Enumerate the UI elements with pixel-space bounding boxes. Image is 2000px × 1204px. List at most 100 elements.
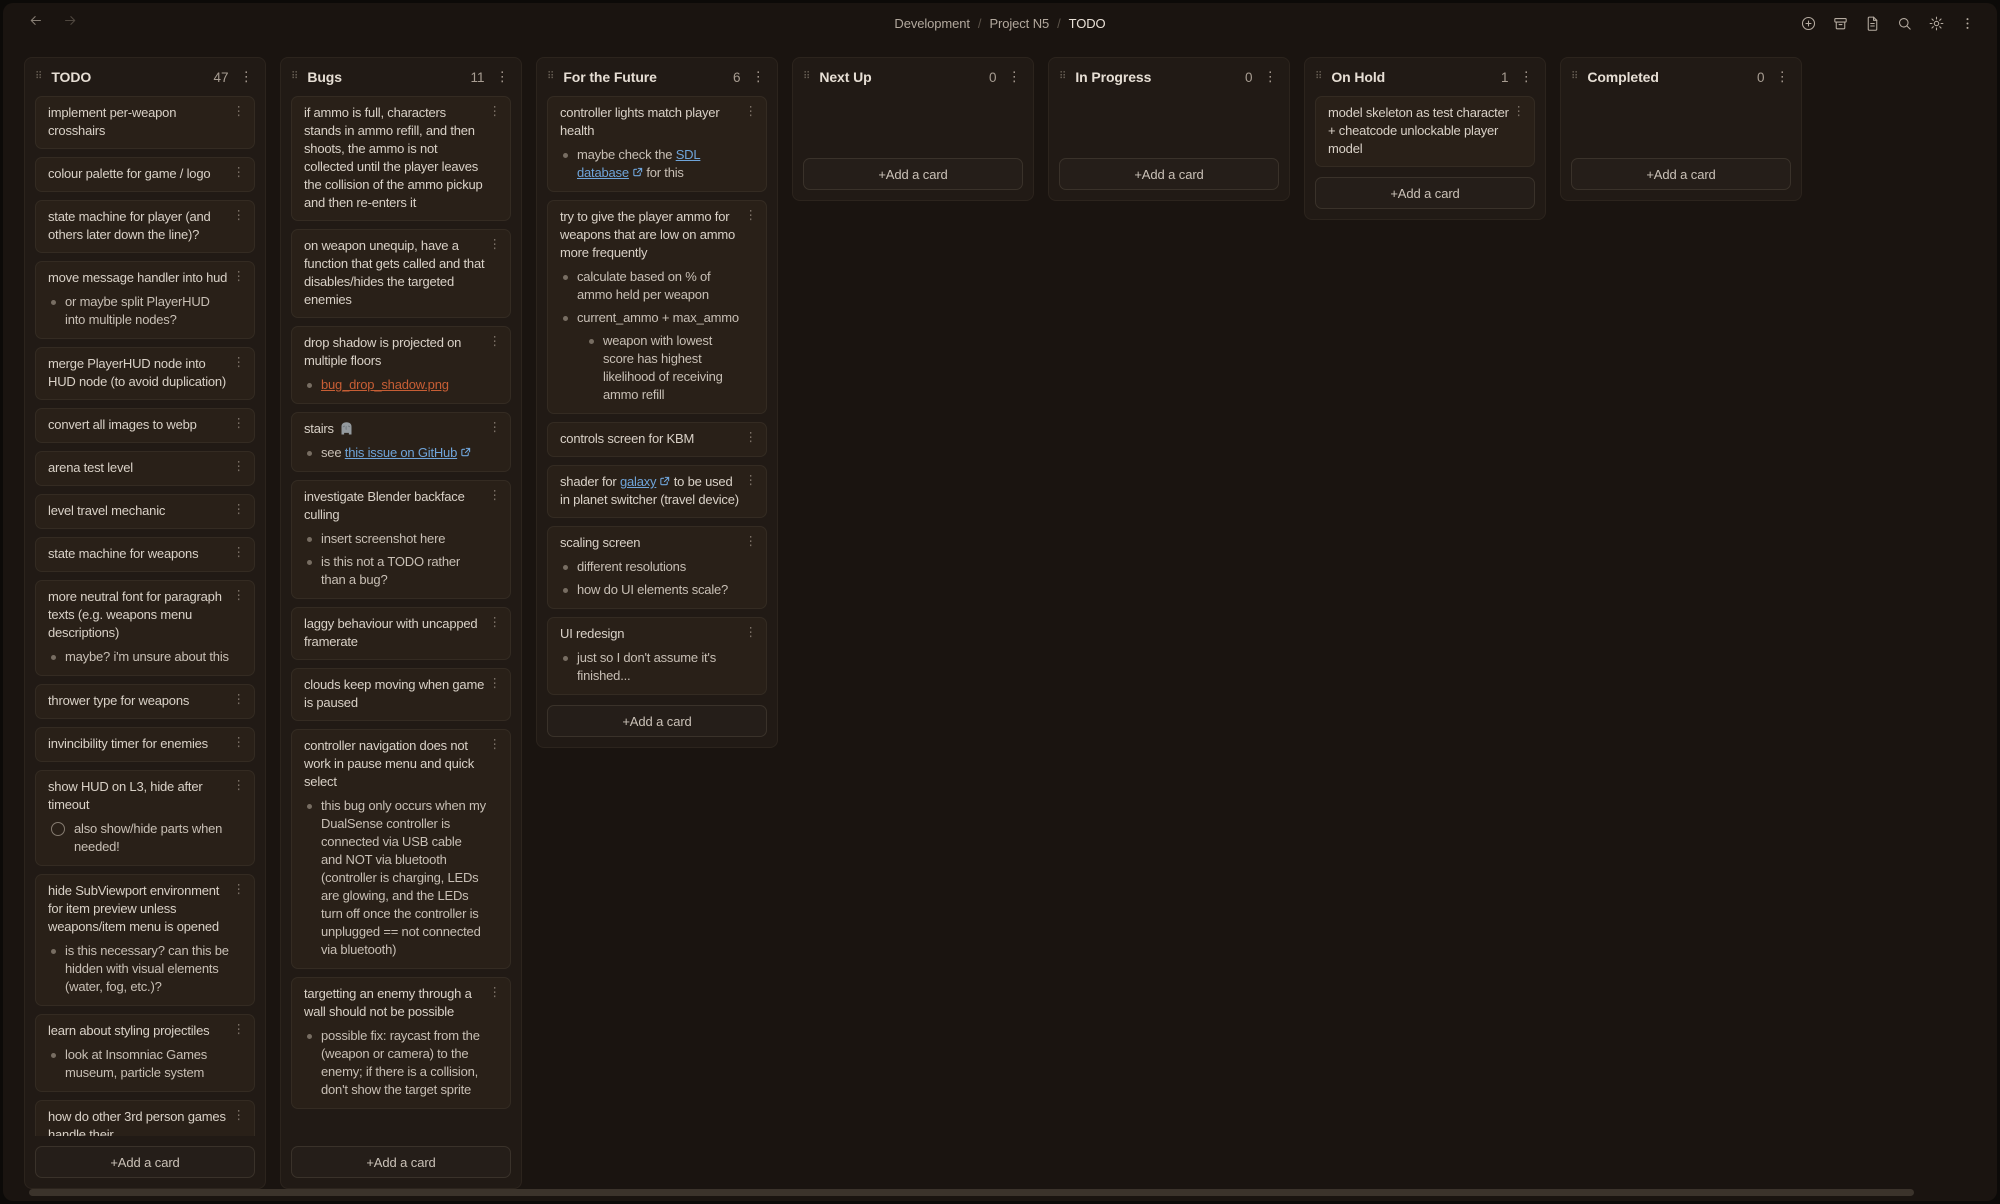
card-menu-icon[interactable]: ⋮ xyxy=(745,474,758,486)
card[interactable]: try to give the player ammo for weapons … xyxy=(547,200,767,414)
add-card-button[interactable]: +Add a card xyxy=(1315,177,1535,209)
card[interactable]: invincibility timer for enemies⋮ xyxy=(35,727,255,762)
add-card-button[interactable]: +Add a card xyxy=(291,1146,511,1178)
column-drag-handle-icon[interactable]: ⠿ xyxy=(1059,72,1066,82)
card-menu-icon[interactable]: ⋮ xyxy=(233,736,246,748)
add-card-button[interactable]: +Add a card xyxy=(547,705,767,737)
card-menu-icon[interactable]: ⋮ xyxy=(489,616,502,628)
column-menu-icon[interactable]: ⋮ xyxy=(1262,69,1278,85)
card[interactable]: convert all images to webp⋮ xyxy=(35,408,255,443)
card[interactable]: controller lights match player health⋮ma… xyxy=(547,96,767,192)
card-menu-icon[interactable]: ⋮ xyxy=(489,489,502,501)
card-menu-icon[interactable]: ⋮ xyxy=(233,779,246,791)
gear-icon[interactable] xyxy=(1928,15,1945,32)
search-icon[interactable] xyxy=(1896,15,1913,32)
card[interactable]: implement per-weapon crosshairs⋮ xyxy=(35,96,255,149)
card[interactable]: more neutral font for paragraph texts (e… xyxy=(35,580,255,676)
card-menu-icon[interactable]: ⋮ xyxy=(1513,105,1526,117)
column-menu-icon[interactable]: ⋮ xyxy=(1518,69,1534,85)
card-link[interactable]: galaxy xyxy=(620,474,670,489)
archive-icon[interactable] xyxy=(1832,15,1849,32)
card-link[interactable]: bug_drop_shadow.png xyxy=(321,377,449,392)
column-drag-handle-icon[interactable]: ⠿ xyxy=(35,72,42,82)
column-drag-handle-icon[interactable]: ⠿ xyxy=(803,72,810,82)
card[interactable]: UI redesign⋮just so I don't assume it's … xyxy=(547,617,767,695)
column-menu-icon[interactable]: ⋮ xyxy=(494,69,510,85)
column-menu-icon[interactable]: ⋮ xyxy=(1774,69,1790,85)
card-menu-icon[interactable]: ⋮ xyxy=(489,335,502,347)
card[interactable]: controller navigation does not work in p… xyxy=(291,729,511,969)
card[interactable]: targetting an enemy through a wall shoul… xyxy=(291,977,511,1109)
column-drag-handle-icon[interactable]: ⠿ xyxy=(547,72,554,82)
card-menu-icon[interactable]: ⋮ xyxy=(745,431,758,443)
card-menu-icon[interactable]: ⋮ xyxy=(489,986,502,998)
card[interactable]: shader for galaxy to be used in planet s… xyxy=(547,465,767,518)
card-menu-icon[interactable]: ⋮ xyxy=(489,421,502,433)
column-menu-icon[interactable]: ⋮ xyxy=(238,69,254,85)
card-menu-icon[interactable]: ⋮ xyxy=(233,1109,246,1121)
card[interactable]: show HUD on L3, hide after timeout⋮also … xyxy=(35,770,255,866)
card-menu-icon[interactable]: ⋮ xyxy=(233,1023,246,1035)
card-menu-icon[interactable]: ⋮ xyxy=(233,270,246,282)
card[interactable]: scaling screen⋮different resolutionshow … xyxy=(547,526,767,609)
column-drag-handle-icon[interactable]: ⠿ xyxy=(1571,72,1578,82)
checkbox-circle[interactable] xyxy=(51,822,65,836)
card[interactable]: stairs⋮see this issue on GitHub xyxy=(291,412,511,472)
card-menu-icon[interactable]: ⋮ xyxy=(233,460,246,472)
card[interactable]: state machine for player (and others lat… xyxy=(35,200,255,253)
add-card-button[interactable]: +Add a card xyxy=(803,158,1023,190)
forward-icon[interactable] xyxy=(62,12,79,34)
card[interactable]: arena test level⋮ xyxy=(35,451,255,486)
breadcrumb-item[interactable]: Development xyxy=(894,16,970,31)
card-menu-icon[interactable]: ⋮ xyxy=(233,105,246,117)
card-menu-icon[interactable]: ⋮ xyxy=(233,883,246,895)
card-menu-icon[interactable]: ⋮ xyxy=(233,356,246,368)
card[interactable]: move message handler into hud⋮or maybe s… xyxy=(35,261,255,339)
add-card-button[interactable]: +Add a card xyxy=(1059,158,1279,190)
card-menu-icon[interactable]: ⋮ xyxy=(233,503,246,515)
column-menu-icon[interactable]: ⋮ xyxy=(750,69,766,85)
breadcrumb-item[interactable]: Project N5 xyxy=(989,16,1049,31)
card[interactable]: colour palette for game / logo⋮ xyxy=(35,157,255,192)
add-card-button[interactable]: +Add a card xyxy=(1571,158,1791,190)
card[interactable]: controls screen for KBM⋮ xyxy=(547,422,767,457)
card-menu-icon[interactable]: ⋮ xyxy=(745,626,758,638)
card-menu-icon[interactable]: ⋮ xyxy=(745,209,758,221)
card-menu-icon[interactable]: ⋮ xyxy=(233,546,246,558)
card-menu-icon[interactable]: ⋮ xyxy=(233,166,246,178)
card-menu-icon[interactable]: ⋮ xyxy=(489,238,502,250)
card[interactable]: merge PlayerHUD node into HUD node (to a… xyxy=(35,347,255,400)
card-menu-icon[interactable]: ⋮ xyxy=(489,677,502,689)
card-menu-icon[interactable]: ⋮ xyxy=(233,693,246,705)
card[interactable]: how do other 3rd person games handle the… xyxy=(35,1100,255,1136)
card[interactable]: laggy behaviour with uncapped framerate⋮ xyxy=(291,607,511,660)
card-menu-icon[interactable]: ⋮ xyxy=(489,738,502,750)
card[interactable]: investigate Blender backface culling⋮ins… xyxy=(291,480,511,599)
card[interactable]: model skeleton as test character + cheat… xyxy=(1315,96,1535,167)
page-icon[interactable] xyxy=(1864,15,1881,32)
card[interactable]: hide SubViewport environment for item pr… xyxy=(35,874,255,1006)
card-link[interactable]: this issue on GitHub xyxy=(345,445,471,460)
card[interactable]: state machine for weapons⋮ xyxy=(35,537,255,572)
card-menu-icon[interactable]: ⋮ xyxy=(745,105,758,117)
card[interactable]: on weapon unequip, have a function that … xyxy=(291,229,511,318)
card-menu-icon[interactable]: ⋮ xyxy=(233,209,246,221)
card[interactable]: drop shadow is projected on multiple flo… xyxy=(291,326,511,404)
column-drag-handle-icon[interactable]: ⠿ xyxy=(1315,72,1322,82)
plus-circle-icon[interactable] xyxy=(1800,15,1817,32)
card-menu-icon[interactable]: ⋮ xyxy=(233,589,246,601)
card-menu-icon[interactable]: ⋮ xyxy=(489,105,502,117)
card-menu-icon[interactable]: ⋮ xyxy=(745,535,758,547)
card[interactable]: if ammo is full, characters stands in am… xyxy=(291,96,511,221)
back-icon[interactable] xyxy=(27,12,44,34)
card[interactable]: level travel mechanic⋮ xyxy=(35,494,255,529)
kebab-icon[interactable] xyxy=(1960,16,1975,31)
column-menu-icon[interactable]: ⋮ xyxy=(1006,69,1022,85)
add-card-button[interactable]: +Add a card xyxy=(35,1146,255,1178)
card-menu-icon[interactable]: ⋮ xyxy=(233,417,246,429)
horizontal-scrollbar[interactable] xyxy=(29,1189,1914,1196)
card[interactable]: thrower type for weapons⋮ xyxy=(35,684,255,719)
column-drag-handle-icon[interactable]: ⠿ xyxy=(291,72,298,82)
card[interactable]: clouds keep moving when game is paused⋮ xyxy=(291,668,511,721)
card[interactable]: learn about styling projectiles⋮look at … xyxy=(35,1014,255,1092)
